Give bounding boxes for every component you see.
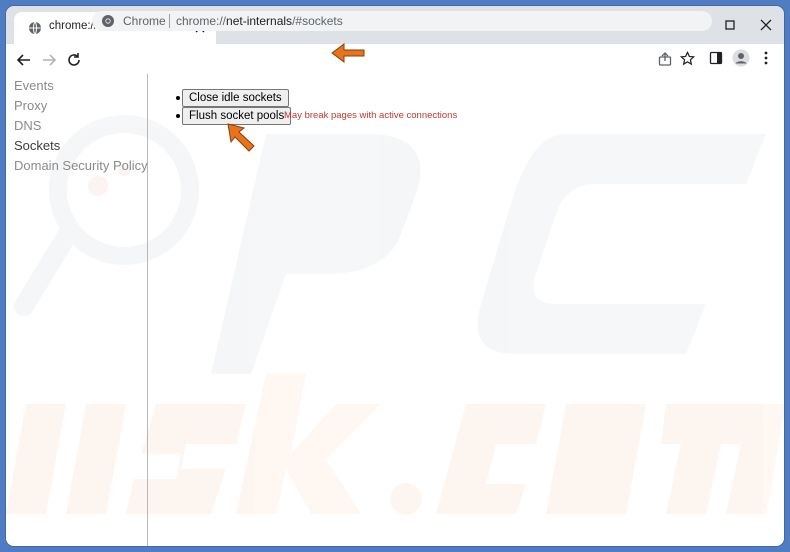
url-host: net-internals	[226, 14, 293, 28]
omnibox-chip: Chrome	[123, 14, 166, 28]
close-idle-sockets-button[interactable]: Close idle sockets	[182, 89, 289, 107]
sidebar-item-events[interactable]: Events	[14, 78, 54, 93]
side-panel-icon[interactable]	[709, 51, 723, 70]
omnibox-separator	[169, 14, 170, 28]
sidebar-item-sockets[interactable]: Sockets	[14, 138, 60, 153]
back-icon[interactable]	[16, 52, 32, 68]
globe-icon	[28, 21, 42, 40]
close-icon[interactable]	[754, 13, 778, 37]
star-icon[interactable]	[679, 50, 696, 71]
sockets-panel: Close idle sockets Flush socket pools Ma…	[148, 74, 784, 546]
sidebar-item-dns[interactable]: DNS	[14, 118, 41, 133]
sidebar: Events Proxy DNS Sockets Domain Security…	[6, 74, 148, 546]
maximize-icon[interactable]	[718, 13, 742, 37]
forward-icon[interactable]	[41, 52, 57, 68]
toolbar	[6, 44, 784, 75]
reload-icon[interactable]	[66, 52, 82, 68]
browser-window: chrome://net-internals/#sockets	[6, 6, 784, 546]
list-bullet	[176, 114, 180, 118]
omnibox[interactable]: Chrome chrome://net-internals/#sockets	[92, 11, 712, 31]
flush-socket-pools-button[interactable]: Flush socket pools	[182, 107, 292, 125]
url-path: /#sockets	[292, 14, 343, 28]
profile-icon[interactable]	[732, 49, 750, 72]
share-icon[interactable]	[658, 52, 672, 71]
url-prefix: chrome://	[176, 14, 227, 28]
page-content: Events Proxy DNS Sockets Domain Security…	[6, 74, 784, 546]
sidebar-item-proxy[interactable]: Proxy	[14, 98, 47, 113]
sidebar-item-domain-security-policy[interactable]: Domain Security Policy	[14, 158, 148, 173]
chrome-icon	[101, 14, 115, 33]
omnibox-url[interactable]: chrome://net-internals/#sockets	[176, 14, 343, 28]
more-icon[interactable]	[763, 51, 769, 70]
flush-warning-text: May break pages with active connections	[284, 110, 458, 121]
list-bullet	[176, 96, 180, 100]
